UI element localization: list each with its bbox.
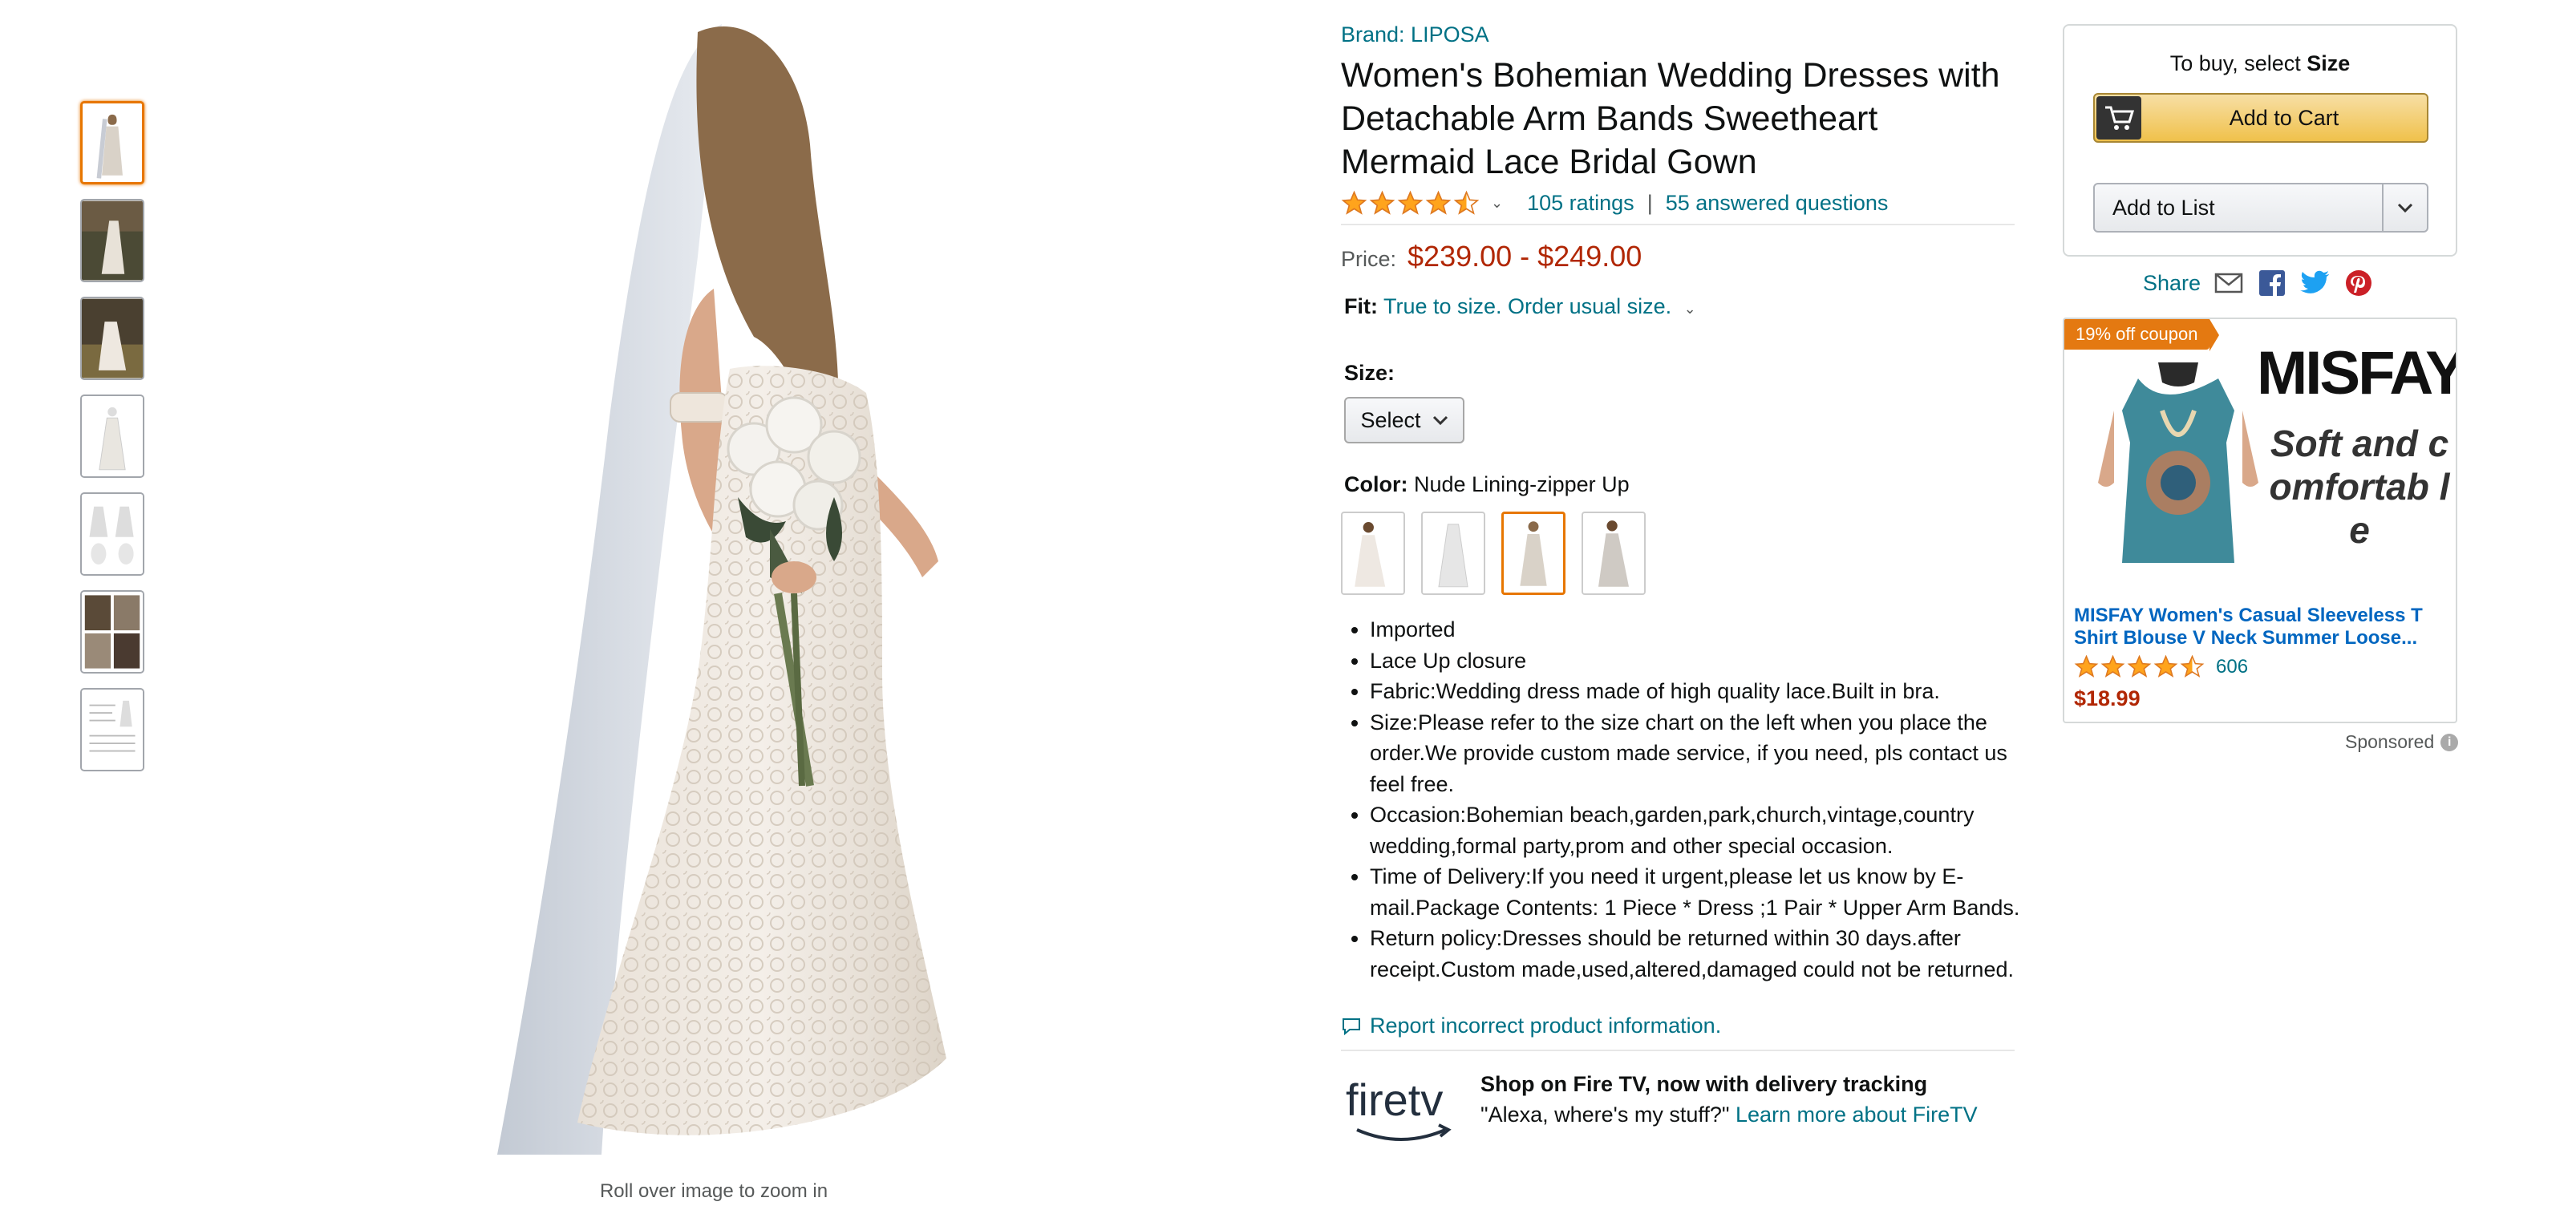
color-swatches	[1341, 512, 2015, 595]
fit-label: Fit:	[1344, 294, 1378, 318]
buy-box: To buy, select Size Add to Cart Add to L…	[2063, 24, 2457, 257]
feature-bullet: Size:Please refer to the size chart on t…	[1370, 707, 2027, 800]
star-icon	[2180, 654, 2205, 678]
feature-bullet: Fabric:Wedding dress made of high qualit…	[1370, 676, 2027, 707]
rating-row: ⌄ 105 ratings | 55 answered questions	[1341, 187, 2015, 219]
product-details: Brand: LIPOSA Women's Bohemian Wedding D…	[1341, 22, 2019, 1149]
feature-bullet: Time of Delivery:If you need it urgent,p…	[1370, 861, 2027, 923]
feature-bullet: Imported	[1370, 614, 2027, 645]
star-icon	[1397, 190, 1424, 215]
add-to-list-label: Add to List	[2112, 195, 2215, 220]
add-to-cart-label: Add to Cart	[2229, 105, 2339, 130]
price-row: Price: $239.00 - $249.00	[1341, 240, 2015, 273]
coupon-badge: 19% off coupon	[2064, 319, 2218, 351]
star-icon	[2127, 654, 2152, 678]
star-icon	[2100, 654, 2125, 678]
email-icon[interactable]	[2213, 269, 2244, 297]
ad-title[interactable]: MISFAY Women's Casual Sleeveless T Shirt…	[2074, 605, 2451, 649]
add-to-cart-button[interactable]: Add to Cart	[2093, 93, 2428, 143]
report-link[interactable]: Report incorrect product information.	[1370, 1014, 1721, 1038]
chevron-down-icon[interactable]: ⌄	[1491, 195, 1503, 212]
chevron-down-icon	[1432, 415, 1448, 426]
thumbnail-1[interactable]	[80, 101, 144, 184]
size-label: Size:	[1344, 361, 1395, 385]
buy-select-prefix: To buy, select	[2169, 51, 2307, 75]
firetv-logo-text: firetv	[1346, 1074, 1443, 1125]
color-label: Color:	[1344, 472, 1408, 496]
share-row: Share	[2143, 269, 2374, 297]
thumbnail-3[interactable]	[80, 297, 144, 380]
pinterest-icon[interactable]	[2343, 269, 2374, 297]
firetv-text: Shop on Fire TV, now with delivery track…	[1480, 1069, 1978, 1130]
twitter-icon[interactable]	[2300, 269, 2331, 297]
feature-bullets: Imported Lace Up closure Fabric:Wedding …	[1341, 614, 2027, 985]
questions-link[interactable]: 55 answered questions	[1666, 191, 1889, 216]
firetv-heading: Shop on Fire TV, now with delivery track…	[1480, 1072, 1928, 1096]
share-label[interactable]: Share	[2143, 271, 2201, 296]
product-thumbnail[interactable]	[2082, 362, 2274, 571]
price-label: Price:	[1341, 247, 1397, 271]
feature-bullet: Return policy:Dresses should be returned…	[1370, 923, 2027, 985]
size-select[interactable]: Select	[1344, 397, 1464, 443]
star-icon	[1369, 190, 1395, 215]
star-icon	[1453, 190, 1480, 215]
chevron-down-icon[interactable]: ⌄	[1684, 301, 1696, 317]
fit-row: Fit: True to size. Order usual size. ⌄	[1344, 294, 2015, 319]
report-row: Report incorrect product information.	[1341, 1014, 2015, 1038]
ratings-link[interactable]: 105 ratings	[1527, 191, 1634, 216]
star-icon	[1425, 190, 1452, 215]
color-row: Color: Nude Lining-zipper Up	[1344, 472, 2015, 497]
feature-bullet: Lace Up closure	[1370, 645, 2027, 677]
buy-select-message: To buy, select Size	[2064, 51, 2456, 76]
star-icon	[1341, 190, 1367, 215]
sponsored-text: Sponsored	[2345, 731, 2435, 752]
zoom-hint: Roll over image to zoom in	[599, 1180, 828, 1202]
thumbnail-5[interactable]	[80, 492, 144, 576]
thumbnail-4[interactable]	[80, 395, 144, 478]
firetv-logo[interactable]: firetv	[1341, 1069, 1461, 1149]
ad-rating-count[interactable]: 606	[2216, 656, 2248, 678]
ad-tagline: Soft and comfortab le	[2269, 423, 2450, 551]
star-icon	[2074, 654, 2099, 678]
color-swatch[interactable]	[1421, 512, 1485, 595]
main-product-image[interactable]	[433, 16, 994, 1163]
firetv-link[interactable]: Learn more about FireTV	[1736, 1103, 1978, 1127]
add-to-list-button[interactable]: Add to List	[2093, 183, 2428, 233]
ad-rating[interactable]: 606	[2074, 654, 2248, 679]
firetv-promo: firetv Shop on Fire TV, now with deliver…	[1341, 1069, 2015, 1149]
ad-price: $18.99	[2074, 686, 2141, 710]
color-swatch[interactable]	[1501, 512, 1565, 595]
chevron-down-icon[interactable]	[2382, 184, 2427, 231]
product-title: Women's Bohemian Wedding Dresses with De…	[1341, 56, 2000, 181]
color-swatch[interactable]	[1582, 512, 1646, 595]
star-rating[interactable]	[1341, 190, 1480, 216]
sponsored-label: Sponsored i	[2345, 731, 2459, 753]
sponsored-ad[interactable]: 19% off coupon MISFAY Soft and comfortab…	[2063, 318, 2457, 723]
info-icon[interactable]: i	[2440, 733, 2459, 751]
price-value: $239.00 - $249.00	[1407, 240, 1642, 273]
ad-brand: MISFAY	[2257, 339, 2457, 407]
star-rating	[2074, 654, 2205, 679]
thumbnail-2[interactable]	[80, 199, 144, 282]
divider	[1341, 224, 2015, 225]
thumbnail-6[interactable]	[80, 590, 144, 674]
color-value: Nude Lining-zipper Up	[1414, 472, 1630, 496]
color-swatch[interactable]	[1341, 512, 1405, 595]
separator: |	[1646, 190, 1653, 215]
facebook-icon[interactable]	[2257, 269, 2287, 297]
brand-link[interactable]: Brand: LIPOSA	[1341, 22, 2015, 47]
fit-link[interactable]: True to size. Order usual size.	[1383, 294, 1671, 318]
comment-icon	[1343, 1018, 1360, 1035]
thumbnail-7[interactable]	[80, 688, 144, 771]
star-icon	[2153, 654, 2178, 678]
size-select-value: Select	[1360, 407, 1421, 432]
buy-select-bold: Size	[2307, 51, 2351, 75]
thumbnail-list	[80, 101, 148, 786]
firetv-quote: "Alexa, where's my stuff?"	[1480, 1103, 1730, 1127]
divider	[1341, 1050, 2015, 1051]
feature-bullet: Occasion:Bohemian beach,garden,park,chur…	[1370, 799, 2027, 861]
cart-icon	[2096, 96, 2141, 140]
